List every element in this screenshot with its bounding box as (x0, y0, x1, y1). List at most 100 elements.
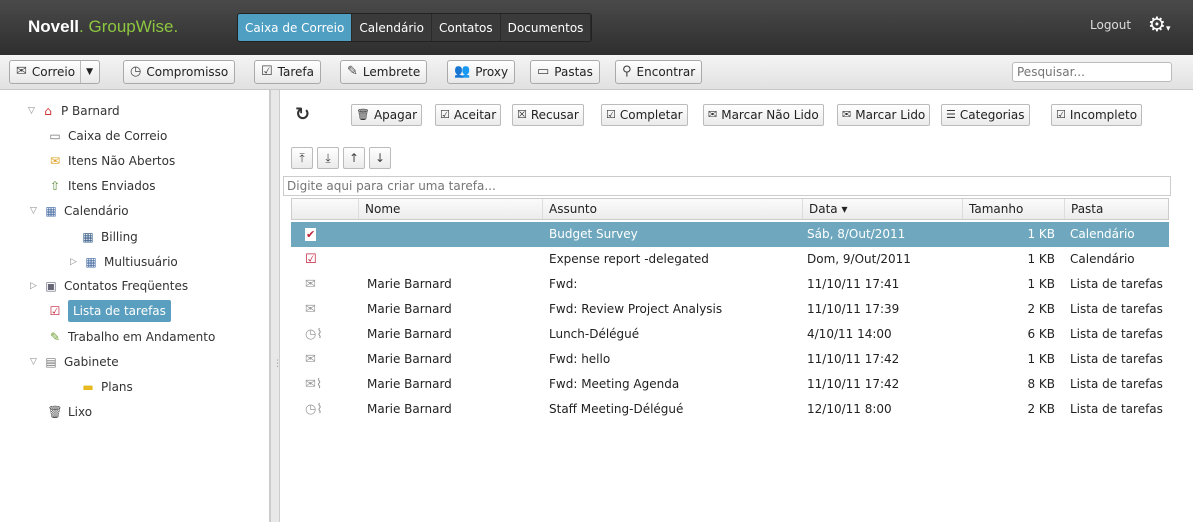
column-data[interactable]: Data ▾ (802, 199, 960, 219)
column-tamanho[interactable]: Tamanho (962, 199, 1062, 219)
cell-assunto: Fwd: (549, 277, 578, 291)
column-pasta[interactable]: Pasta (1064, 199, 1168, 219)
cell-pasta: Lista de tarefas (1070, 377, 1163, 391)
tab-documents[interactable]: Documentos (501, 14, 592, 41)
cell-assunto: Staff Meeting-Délégué (549, 402, 684, 416)
expand-icon[interactable]: ▽ (30, 201, 38, 221)
sidebar-item-multiuser[interactable]: ▷ ▦ Multiusuário (70, 252, 178, 272)
proxy-button[interactable]: 👥 Proxy (447, 60, 516, 84)
decline-x-icon: ☒ (517, 108, 527, 121)
logout-link[interactable]: Logout (1090, 18, 1131, 32)
table-row[interactable]: ✉ Marie Barnard Fwd: Review Project Anal… (291, 297, 1169, 322)
opened-envelope-icon: ✉ (305, 302, 316, 317)
lembrete-button[interactable]: ✎ Lembrete (340, 60, 428, 84)
unopened-envelope-icon: ✉ (49, 154, 61, 168)
cell-data: 11/10/11 17:41 (807, 277, 900, 291)
cell-pasta: Lista de tarefas (1070, 352, 1163, 366)
checkbox-icon: ☑ (261, 64, 273, 79)
table-row[interactable]: ◷⌇ Marie Barnard Lunch-Délégué 4/10/11 1… (291, 322, 1169, 347)
tab-contacts[interactable]: Contatos (432, 14, 501, 41)
pane-splitter[interactable]: ⋮ (270, 90, 282, 522)
sidebar-item-calendar[interactable]: ▽ ▦ Calendário (30, 201, 129, 221)
table-row[interactable]: ✉⌇ Marie Barnard Fwd: Meeting Agenda 11/… (291, 372, 1169, 397)
tab-mailbox[interactable]: Caixa de Correio (238, 14, 353, 41)
top-bar: Novell. GroupWise. Caixa de Correio Cale… (0, 0, 1193, 55)
sidebar-item-plans[interactable]: ▬ Plans (80, 377, 132, 397)
tree-root[interactable]: ▽ ⌂ P Barnard (28, 101, 120, 121)
refresh-icon[interactable]: ↻ (295, 104, 310, 125)
cell-data: Sáb, 8/Out/2011 (807, 227, 906, 241)
sidebar-item-tasklist[interactable]: ☑ Lista de tarefas (47, 300, 171, 322)
compromisso-button[interactable]: ◷ Compromisso (123, 60, 236, 84)
cell-data: 12/10/11 8:00 (807, 402, 892, 416)
calendar-icon: ▦ (45, 204, 57, 218)
sidebar-item-sent[interactable]: ⇧ Itens Enviados (47, 176, 156, 196)
sidebar-item-mailbox[interactable]: ▭ Caixa de Correio (47, 126, 167, 146)
chevron-down-icon[interactable]: ▼ (80, 61, 93, 83)
pastas-button[interactable]: ▭ Pastas (530, 60, 600, 84)
find-icon: ⚲ (622, 64, 632, 79)
marcar-nao-lido-button[interactable]: ✉ Marcar Não Lido (703, 104, 824, 126)
correio-button[interactable]: ✉ Correio ▼ (9, 60, 100, 84)
clock-icon: ◷ (130, 64, 142, 79)
apagar-button[interactable]: 🗑 Apagar (351, 104, 423, 126)
collapsed-icon[interactable]: ▷ (30, 276, 38, 296)
cell-tamanho: 1 KB (1027, 252, 1055, 266)
proxy-users-icon: 👥 (454, 64, 471, 79)
work-in-progress-icon: ✎ (49, 330, 61, 344)
table-row[interactable]: ✔ Budget Survey Sáb, 8/Out/2011 1 KB Cal… (291, 222, 1169, 247)
table-row[interactable]: ◷⌇ Marie Barnard Staff Meeting-Délégué 1… (291, 397, 1169, 422)
cell-tamanho: 6 KB (1027, 327, 1055, 341)
envelope-attachment-icon: ✉⌇ (305, 377, 323, 392)
cell-pasta: Lista de tarefas (1070, 302, 1163, 316)
closed-envelope-icon: ✉ (708, 108, 718, 121)
incompleto-button[interactable]: ☑ Incompleto (1051, 104, 1143, 126)
move-down-icon[interactable]: ↓ (369, 147, 391, 169)
sidebar-item-unopened[interactable]: ✉ Itens Não Abertos (47, 151, 175, 171)
folders-icon: ▭ (537, 64, 550, 79)
mailbox-icon: ▭ (49, 129, 61, 143)
table-row[interactable]: ✉ Marie Barnard Fwd: hello 11/10/11 17:4… (291, 347, 1169, 372)
cell-nome: Marie Barnard (367, 302, 452, 316)
column-assunto[interactable]: Assunto (542, 199, 800, 219)
cell-tamanho: 8 KB (1027, 377, 1055, 391)
aceitar-button[interactable]: ☑ Aceitar (435, 104, 502, 126)
tab-calendar[interactable]: Calendário (352, 14, 432, 41)
cell-assunto: Expense report -delegated (549, 252, 709, 266)
expand-icon[interactable]: ▽ (28, 101, 36, 121)
cell-tamanho: 1 KB (1027, 227, 1055, 241)
marcar-lido-button[interactable]: ✉ Marcar Lido (837, 104, 931, 126)
encontrar-button[interactable]: ⚲ Encontrar (615, 60, 703, 84)
opened-envelope-icon: ✉ (305, 352, 316, 367)
cell-tamanho: 2 KB (1027, 402, 1055, 416)
cell-data: 4/10/11 14:00 (807, 327, 892, 341)
new-task-input[interactable] (283, 176, 1171, 196)
cell-assunto: Lunch-Délégué (549, 327, 640, 341)
mail-icon: ✉ (16, 64, 27, 79)
recusar-button[interactable]: ☒ Recusar (512, 104, 584, 126)
table-row[interactable]: ✉ Marie Barnard Fwd: 11/10/11 17:41 1 KB… (291, 272, 1169, 297)
sidebar-item-cabinet[interactable]: ▽ ▤ Gabinete (30, 352, 119, 372)
column-nome[interactable]: Nome (358, 199, 536, 219)
move-top-icon[interactable]: ⤒ (291, 147, 313, 169)
search-input[interactable] (1012, 62, 1172, 82)
opened-envelope-icon: ✉ (305, 277, 316, 292)
sidebar-item-billing[interactable]: ▦ Billing (80, 227, 137, 247)
table-row[interactable]: ☑ Expense report -delegated Dom, 9/Out/2… (291, 247, 1169, 272)
task-checked-icon: ☑ (305, 252, 317, 267)
cell-nome: Marie Barnard (367, 352, 452, 366)
gear-icon[interactable]: ⚙▾ (1148, 12, 1170, 36)
move-up-icon[interactable]: ↑ (343, 147, 365, 169)
collapsed-icon[interactable]: ▷ (70, 252, 78, 272)
tarefa-button[interactable]: ☑ Tarefa (254, 60, 321, 84)
cell-tamanho: 1 KB (1027, 352, 1055, 366)
categorias-button[interactable]: ☰ Categorias (941, 104, 1030, 126)
completar-button[interactable]: ☑ Completar (601, 104, 688, 126)
expand-icon[interactable]: ▽ (30, 352, 38, 372)
cell-assunto: Budget Survey (549, 227, 638, 241)
sidebar-item-contacts[interactable]: ▷ ▣ Contatos Freqüentes (30, 276, 188, 296)
move-bottom-icon[interactable]: ⤓ (317, 147, 339, 169)
sidebar-item-work-in-progress[interactable]: ✎ Trabalho em Andamento (47, 327, 215, 347)
note-icon: ✎ (347, 64, 358, 79)
sidebar-item-trash[interactable]: 🗑 Lixo (47, 402, 92, 422)
